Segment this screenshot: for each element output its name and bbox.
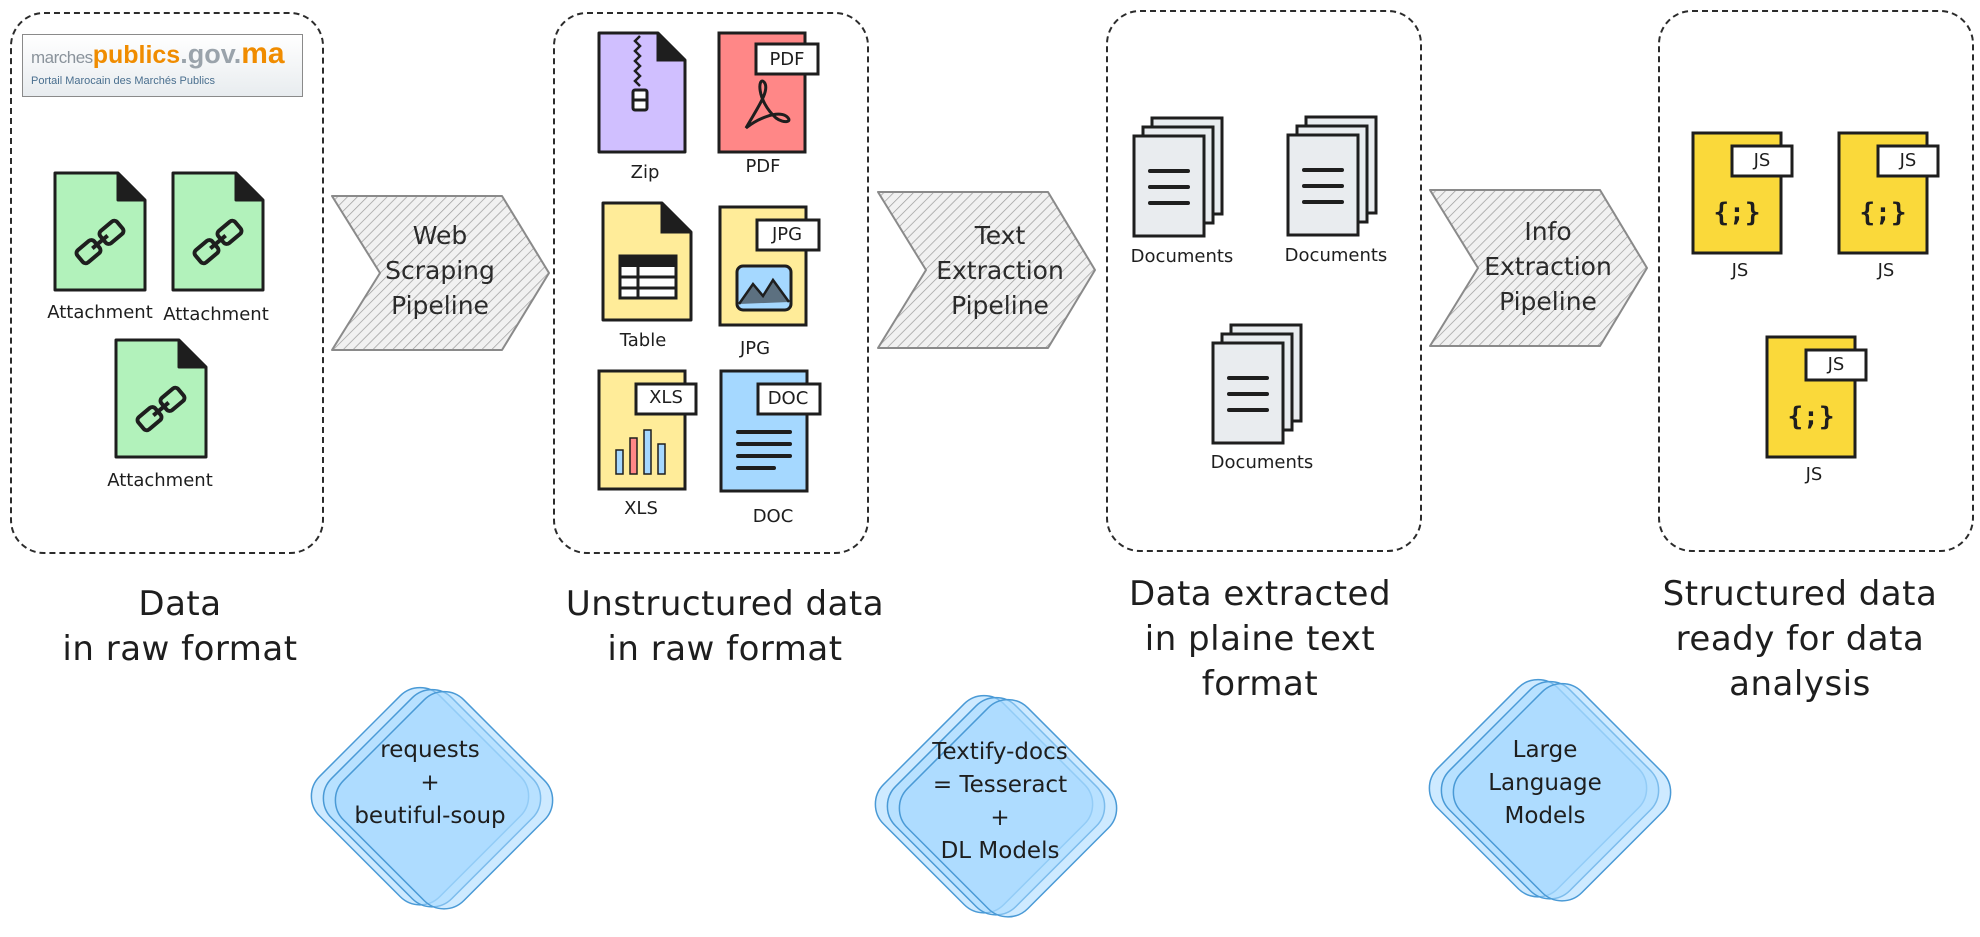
logo-mid: publics (92, 41, 181, 69)
documents-stack-icon (1211, 323, 1303, 445)
jpg-tag: JPG (771, 224, 803, 245)
tool-label-textify-docs: Textify-docs = Tesseract + DL Models (932, 739, 1068, 864)
table-file-icon (601, 201, 693, 322)
attachment-label: Attachment (163, 304, 269, 325)
tool-label-requests: requests + beutiful-soup (354, 737, 506, 829)
attachment-file-icon (114, 338, 208, 459)
documents-label: Documents (1130, 246, 1234, 267)
js-label: JS (1805, 464, 1823, 485)
xls-label: XLS (624, 498, 658, 519)
js-label: JS (1731, 260, 1749, 281)
logo-tld: ma (241, 37, 285, 70)
attachment-file-icon (171, 171, 265, 292)
doc-file-icon (719, 369, 822, 493)
js-braces-glyph: {;} (1787, 402, 1835, 432)
attachment-file-icon (53, 171, 147, 292)
doc-label: DOC (752, 506, 794, 527)
zip-label: Zip (630, 162, 660, 183)
pdf-tag: PDF (769, 49, 805, 70)
documents-stack-icon (1132, 116, 1224, 238)
js-tag: JS (1827, 354, 1845, 375)
marchespublics-logo: marchespublics.gov.ma Portail Marocain d… (22, 34, 303, 97)
js-tag: JS (1753, 150, 1771, 171)
tool-label-llm: Large Language Models (1488, 737, 1602, 829)
logo-suffix: .gov. (180, 39, 242, 69)
text-extraction-pipeline-label: Text Extraction Pipeline (936, 221, 1064, 320)
attachment-label: Attachment (47, 302, 153, 323)
js-label: JS (1877, 260, 1895, 281)
js-file-icon (1765, 335, 1868, 459)
xls-tag: XLS (649, 387, 683, 408)
jpg-file-icon (718, 205, 821, 327)
js-file-icon (1837, 131, 1940, 255)
table-label: Table (619, 330, 667, 351)
doc-tag: DOC (767, 388, 809, 409)
logo-subtitle: Portail Marocain des Marchés Publics (31, 75, 216, 87)
jpg-label: JPG (739, 338, 771, 359)
logo-prefix: marches (31, 48, 93, 67)
js-file-icon (1691, 131, 1794, 255)
documents-label: Documents (1210, 452, 1314, 473)
documents-stack-icon (1286, 115, 1378, 237)
documents-label: Documents (1284, 245, 1388, 266)
stage-label-raw-data: Data in raw format (62, 584, 298, 669)
js-braces-glyph: {;} (1713, 198, 1761, 228)
stage-label-unstructured-data: Unstructured data in raw format (565, 584, 885, 669)
js-braces-glyph: {;} (1859, 198, 1907, 228)
zip-file-icon (597, 31, 687, 154)
pdf-label: PDF (745, 156, 781, 177)
info-extraction-pipeline-label: Info Extraction Pipeline (1484, 217, 1612, 316)
attachment-label: Attachment (107, 470, 213, 491)
js-tag: JS (1899, 150, 1917, 171)
web-scraping-pipeline-label: Web Scraping Pipeline (385, 221, 495, 320)
